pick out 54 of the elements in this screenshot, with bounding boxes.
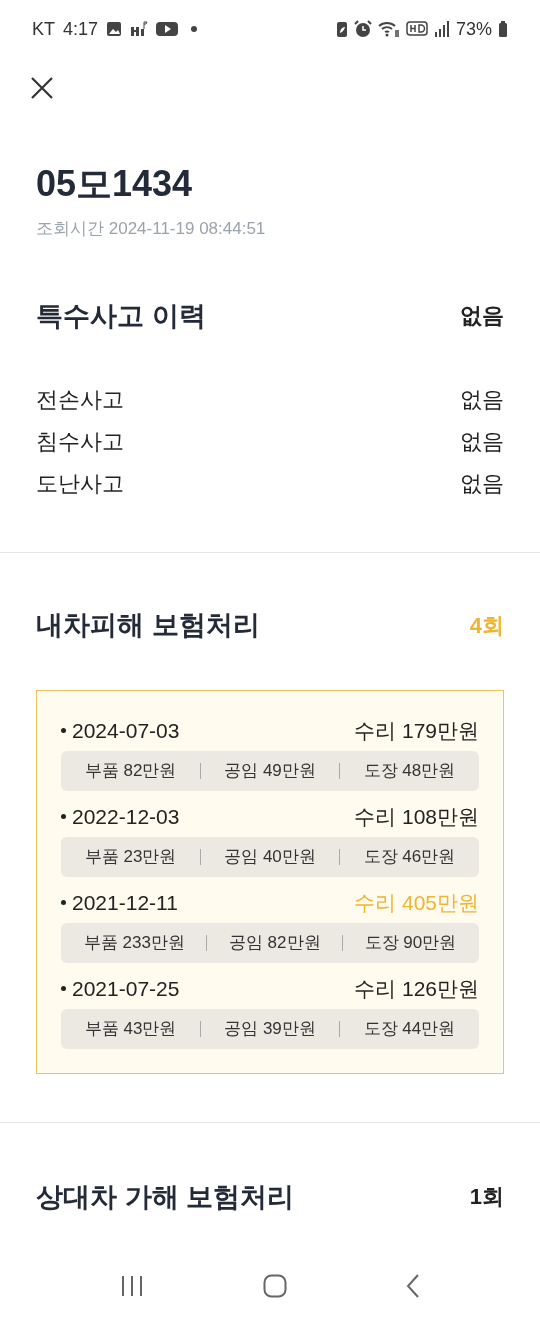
cost-item: 공임 40만원: [224, 845, 316, 868]
cost-item: 도장 44만원: [363, 1017, 456, 1040]
plate-number: 05모1434: [35, 162, 194, 206]
cost-item: 공임 82만원: [228, 931, 321, 954]
back-button[interactable]: [406, 1274, 421, 1298]
lookup-time: 조회시간 2024-11-19 08:44:51: [35, 218, 267, 240]
row-label: 침수사고: [36, 427, 124, 456]
repair-total: 수리 179만원: [354, 717, 479, 744]
bullet-icon: [61, 986, 66, 991]
battery-percent: 73%: [455, 17, 492, 41]
recent-apps-button[interactable]: [119, 1275, 144, 1297]
cost-item: 도장 48만원: [363, 759, 456, 782]
hd-icon: [405, 20, 428, 38]
cost-item: 부품 43만원: [84, 1017, 177, 1040]
row-value: 없음: [460, 427, 504, 456]
bullet-icon: [61, 814, 66, 819]
cost-item: 도장 90만원: [364, 931, 457, 954]
repair-total: 수리 126만원: [354, 975, 479, 1002]
dot-icon: [190, 25, 199, 33]
cost-item: 도장 46만원: [363, 845, 456, 868]
wifi-icon: [377, 20, 400, 38]
signal-icon: [433, 20, 450, 38]
clock-time: 4:17: [63, 17, 99, 41]
count-text: 4회: [469, 611, 504, 640]
home-button[interactable]: [263, 1274, 287, 1298]
section-title: 내차피해 보험처리: [36, 609, 260, 642]
repair-total: 수리 405만원: [354, 889, 479, 916]
close-button[interactable]: [30, 76, 54, 100]
section-title: 특수사고 이력: [36, 299, 206, 333]
battery-saver-icon: [335, 20, 348, 38]
claim-date: 2021-07-25: [72, 975, 180, 1002]
bullet-icon: [61, 900, 66, 905]
claim-date: 2021-12-11: [72, 889, 178, 916]
row-value: 없음: [460, 469, 504, 498]
count-text: 1회: [469, 1183, 504, 1212]
claim-date: 2024-07-03: [72, 717, 180, 744]
carrier-name: KT: [32, 17, 55, 41]
row-value: 없음: [460, 385, 504, 414]
row-label: 도난사고: [36, 469, 124, 498]
bullet-icon: [61, 728, 66, 733]
cost-item: 공임 49만원: [224, 759, 316, 782]
status-text: 없음: [460, 302, 504, 331]
section-title: 상대차 가해 보험처리: [36, 1180, 294, 1214]
cost-item: 공임 39만원: [224, 1017, 316, 1040]
image-icon: [106, 21, 123, 37]
claim-date: 2022-12-03: [72, 803, 180, 830]
alarm-icon: [353, 20, 372, 38]
row-label: 전손사고: [36, 385, 124, 414]
cost-item: 부품 82만원: [84, 759, 177, 782]
battery-icon: [498, 20, 508, 38]
cost-item: 부품 23만원: [84, 845, 177, 868]
repair-total: 수리 108만원: [354, 803, 479, 830]
play-icon: [156, 21, 179, 37]
cost-item: 부품 233만원: [83, 931, 185, 954]
